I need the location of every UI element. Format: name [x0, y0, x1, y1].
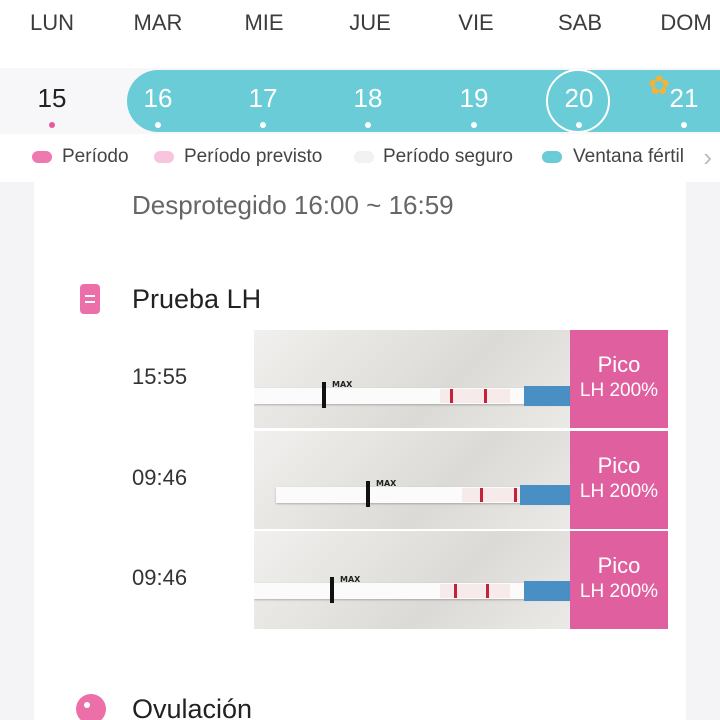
- day-18[interactable]: 18: [318, 72, 418, 130]
- legend-label-fertile: Ventana fértil: [573, 146, 684, 167]
- chevron-right-icon[interactable]: ›: [687, 142, 712, 173]
- ovulation-section-title: Ovulación: [132, 694, 253, 720]
- day-number: 16: [143, 83, 173, 113]
- day-marker-dot: [681, 122, 687, 128]
- week-date-row: 15 16 17 18 19 20 21: [0, 68, 720, 134]
- legend-label-safe: Período seguro: [383, 146, 513, 167]
- lh-test-strip: MAX: [276, 479, 572, 507]
- result-label: Pico: [597, 453, 641, 478]
- weekday-mon: LUN: [29, 10, 74, 35]
- lh-strip-photo[interactable]: MAX: [254, 431, 572, 529]
- lh-result-badge[interactable]: Pico LH 200%: [570, 330, 668, 428]
- lh-test-row[interactable]: 15:55 MAX Pico LH 200%: [34, 330, 686, 428]
- lh-result-badge[interactable]: Pico LH 200%: [570, 531, 668, 629]
- result-percent: LH 200%: [579, 380, 659, 401]
- lh-strip-photo[interactable]: MAX: [254, 531, 572, 629]
- day-marker-dot: [471, 122, 477, 128]
- day-marker-dot: [49, 122, 55, 128]
- strip-max-label: MAX: [340, 575, 361, 584]
- legend-label-period: Período: [62, 146, 129, 167]
- day-number: 18: [353, 83, 383, 113]
- test-time: 09:46: [132, 465, 188, 490]
- lh-test-strip: MAX: [254, 380, 572, 408]
- day-number: 17: [248, 83, 278, 113]
- day-17[interactable]: 17: [213, 72, 313, 130]
- result-label: Pico: [597, 352, 641, 377]
- weekday-tue: MAR: [133, 10, 183, 35]
- ovulation-icon: [76, 694, 106, 720]
- day-19[interactable]: 19: [424, 72, 524, 130]
- result-label: Pico: [597, 553, 641, 578]
- legend-label-predicted: Período previsto: [184, 146, 323, 167]
- weekday-wed: MIE: [244, 10, 284, 35]
- strip-max-label: MAX: [332, 380, 353, 389]
- day-marker-dot: [260, 122, 266, 128]
- weekday-sat: SAB: [557, 10, 603, 35]
- result-percent: LH 200%: [579, 481, 659, 502]
- legend-swatch-predicted: [154, 151, 174, 163]
- day-20-selected[interactable]: 20: [529, 69, 629, 133]
- lh-result-badge[interactable]: Pico LH 200%: [570, 431, 668, 529]
- intercourse-record[interactable]: Desprotegido 16:00 ~ 16:59: [132, 190, 454, 221]
- legend-bar[interactable]: Período Período previsto Período seguro …: [0, 134, 720, 182]
- weekday-thu: JUE: [349, 10, 391, 35]
- test-time: 09:46: [132, 565, 188, 590]
- lh-test-strip: MAX: [254, 575, 572, 603]
- flower-icon: ✿: [648, 70, 670, 100]
- legend-swatch-period: [32, 151, 52, 163]
- lh-test-icon: [80, 284, 100, 314]
- legend-swatch-safe: [354, 151, 374, 163]
- lh-strip-photo[interactable]: MAX: [254, 330, 572, 428]
- strip-max-label: MAX: [376, 479, 397, 488]
- day-marker-dot: [155, 122, 161, 128]
- weekday-fri: VIE: [458, 10, 494, 35]
- day-detail-card: Desprotegido 16:00 ~ 16:59 Prueba LH 15:…: [34, 182, 686, 720]
- day-marker-dot: [365, 122, 371, 128]
- lh-test-row[interactable]: 09:46 MAX Pico LH 200%: [34, 431, 686, 529]
- day-number: 15: [37, 83, 67, 113]
- weekday-header: LUN MAR MIE JUE VIE SAB DOM: [0, 0, 720, 68]
- legend-swatch-fertile: [542, 151, 562, 163]
- lh-section-title: Prueba LH: [132, 284, 262, 314]
- day-marker-dot: [576, 122, 582, 128]
- lh-test-row[interactable]: 09:46 MAX Pico LH 200%: [34, 531, 686, 629]
- result-percent: LH 200%: [579, 581, 659, 602]
- day-number: 19: [459, 83, 489, 113]
- day-16[interactable]: 16: [108, 72, 208, 130]
- day-15[interactable]: 15: [2, 72, 102, 130]
- weekday-sun: DOM: [660, 10, 712, 35]
- test-time: 15:55: [132, 364, 188, 389]
